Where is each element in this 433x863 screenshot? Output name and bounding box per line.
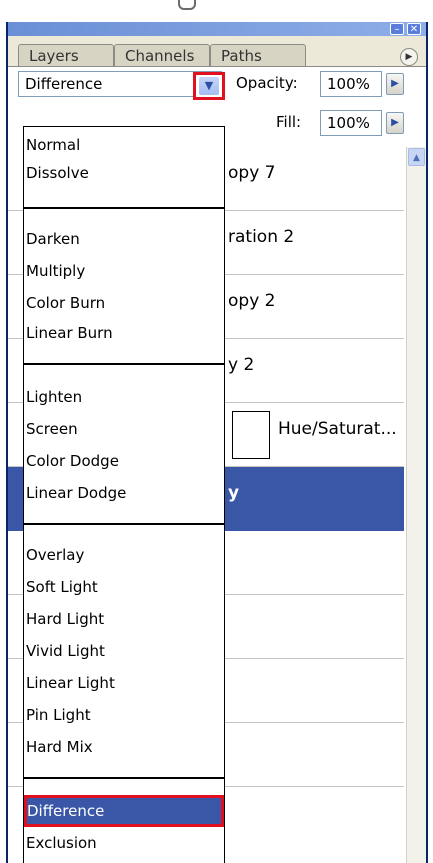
blend-option[interactable]: Screen: [24, 413, 224, 445]
blend-option[interactable]: Exclusion: [24, 827, 224, 859]
blend-group: Lighten Screen Color Dodge Linear Dodge: [24, 365, 224, 525]
page-top-strip: [0, 0, 433, 22]
blend-group: Overlay Soft Light Hard Light Vivid Ligh…: [24, 525, 224, 779]
opacity-slider-arrow-icon[interactable]: ▶: [386, 73, 404, 95]
minimize-icon[interactable]: –: [390, 23, 404, 35]
tab-row: Layers Channels Paths ▶: [8, 36, 426, 67]
blend-option[interactable]: Color Burn: [24, 287, 224, 319]
blend-mode-menu: Normal Dissolve Darken Multiply Color Bu…: [23, 126, 225, 863]
blend-option[interactable]: Lighten: [24, 381, 224, 413]
blend-option[interactable]: Overlay: [24, 539, 224, 571]
blend-option[interactable]: Pin Light: [24, 699, 224, 731]
blend-group: Normal Dissolve: [24, 127, 224, 209]
layer-thumbnail: [232, 411, 270, 459]
blend-option[interactable]: Dissolve: [24, 157, 224, 189]
fill-label: Fill:: [276, 113, 302, 131]
opacity-label: Opacity:: [236, 74, 298, 92]
opacity-field[interactable]: 100%: [320, 71, 382, 97]
partial-glyph: [178, 0, 196, 10]
layers-scrollbar[interactable]: ▲: [406, 147, 426, 863]
chevron-up-icon[interactable]: ▲: [408, 148, 425, 166]
layer-name: y: [228, 483, 240, 503]
blend-mode-value: Difference: [25, 75, 103, 93]
layer-name: ration 2: [228, 227, 295, 247]
blend-option[interactable]: Darken: [24, 223, 224, 255]
blend-option[interactable]: Vivid Light: [24, 635, 224, 667]
blend-option[interactable]: Linear Light: [24, 667, 224, 699]
blend-mode-dropdown-button[interactable]: ▼: [193, 72, 225, 100]
layer-name: opy 7: [228, 163, 276, 183]
blend-option[interactable]: Multiply: [24, 255, 224, 287]
layer-name: opy 2: [228, 291, 276, 311]
blend-option[interactable]: Soft Light: [24, 571, 224, 603]
blend-option[interactable]: Color Dodge: [24, 445, 224, 477]
close-icon[interactable]: ✕: [407, 23, 421, 35]
palette-menu-icon[interactable]: ▶: [400, 48, 418, 66]
layer-name: Hue/Saturat...: [278, 419, 397, 439]
blend-option[interactable]: Linear Burn: [24, 317, 224, 349]
tab-channels[interactable]: Channels: [114, 44, 210, 66]
layer-name: y 2: [228, 355, 255, 375]
fill-slider-arrow-icon[interactable]: ▶: [386, 112, 404, 134]
fill-field[interactable]: 100%: [320, 110, 382, 136]
blend-option-difference-selected[interactable]: Difference: [24, 795, 224, 827]
palette-titlebar: – ✕: [8, 22, 426, 36]
blend-group: Darken Multiply Color Burn Linear Burn: [24, 209, 224, 365]
tab-paths[interactable]: Paths: [210, 44, 306, 66]
tab-layers[interactable]: Layers: [18, 44, 114, 66]
blend-option[interactable]: Linear Dodge: [24, 477, 224, 509]
chevron-down-icon: ▼: [199, 77, 219, 95]
blend-mode-select[interactable]: Difference ▼: [18, 71, 225, 100]
blend-option[interactable]: Hard Light: [24, 603, 224, 635]
blend-option[interactable]: Hard Mix: [24, 731, 224, 763]
